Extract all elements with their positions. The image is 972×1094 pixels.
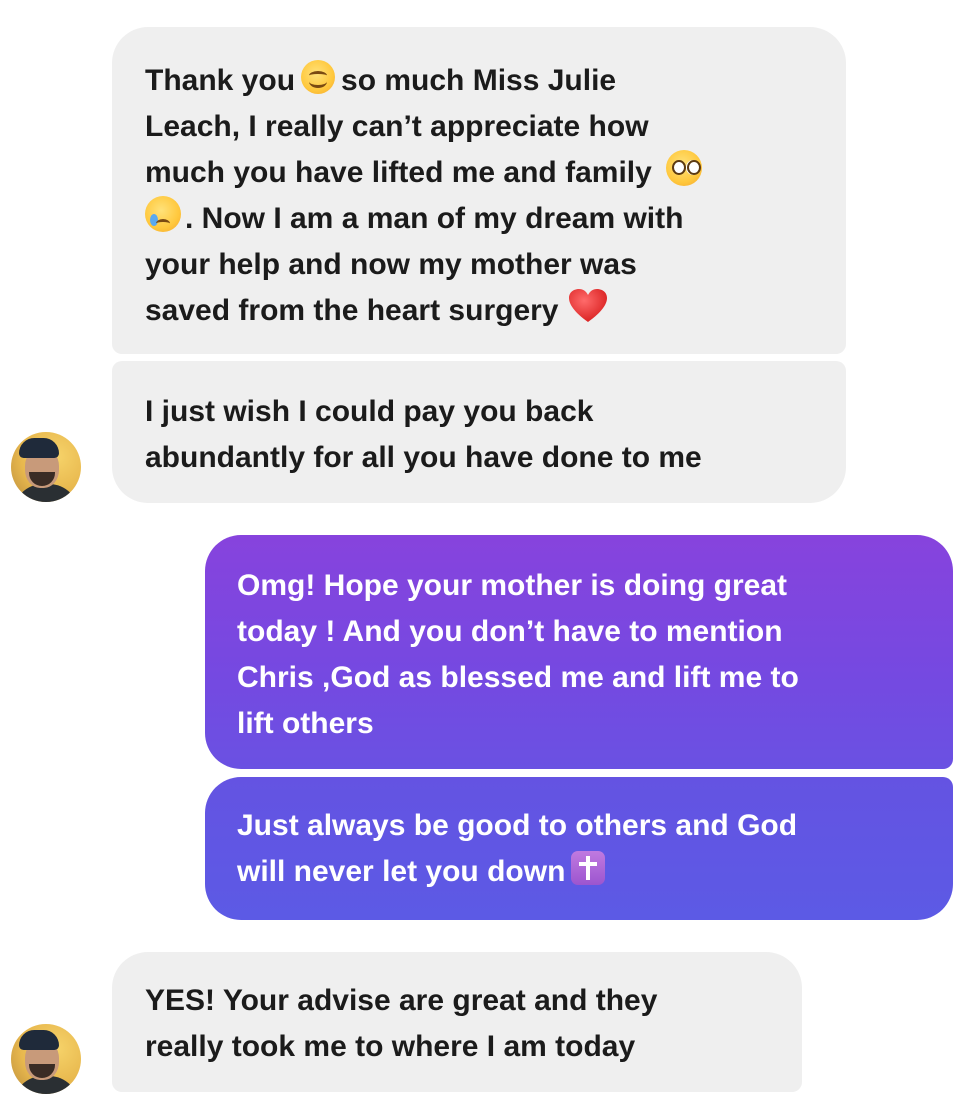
- message-line: I just wish I could pay you back: [145, 395, 594, 428]
- message-line: Leach, I really can’t appreciate how: [145, 110, 649, 143]
- red-heart-icon: [568, 288, 608, 324]
- message-line: saved from the heart surgery: [145, 288, 816, 334]
- message-line: Chris ,God as blessed me and lift me to: [237, 661, 799, 694]
- message-line: will never let you down: [237, 849, 923, 895]
- message-text: saved from the heart surgery: [145, 294, 559, 327]
- message-line: lift others: [237, 707, 374, 740]
- crying-face-icon: [145, 196, 181, 232]
- message-line: abundantly for all you have done to me: [145, 441, 702, 474]
- message-line: much you have lifted me and family: [145, 150, 816, 196]
- message-bubble-outgoing[interactable]: Omg! Hope your mother is doing great tod…: [205, 535, 953, 769]
- message-line: . Now I am a man of my dream with: [145, 196, 816, 242]
- latin-cross-icon: [571, 851, 606, 885]
- message-line: Thank you so much Miss Julie: [145, 58, 816, 104]
- avatar-cap: [19, 438, 59, 458]
- message-line: really took me to where I am today: [145, 1030, 636, 1063]
- smiling-face-icon: [301, 60, 336, 94]
- message-line: Omg! Hope your mother is doing great: [237, 569, 788, 602]
- message-text: much you have lifted me and family: [145, 156, 652, 189]
- avatar-cap: [19, 1030, 59, 1050]
- message-line: YES! Your advise are great and they: [145, 984, 658, 1017]
- message-bubble-outgoing[interactable]: Just always be good to others and God wi…: [205, 777, 953, 920]
- message-line: your help and now my mother was: [145, 248, 637, 281]
- contact-avatar[interactable]: [11, 432, 81, 502]
- contact-avatar[interactable]: [11, 1024, 81, 1094]
- message-text: Thank you: [145, 64, 296, 97]
- pleading-face-icon: [665, 150, 702, 186]
- message-bubble-incoming[interactable]: I just wish I could pay you back abundan…: [112, 361, 846, 503]
- message-bubble-incoming[interactable]: YES! Your advise are great and they real…: [112, 952, 802, 1092]
- message-line: Just always be good to others and God: [237, 809, 798, 842]
- message-line: today ! And you don’t have to mention: [237, 615, 783, 648]
- message-bubble-incoming[interactable]: Thank you so much Miss Julie Leach, I rea…: [112, 27, 846, 354]
- message-text: will never let you down: [237, 855, 566, 888]
- message-text: so much Miss Julie: [341, 64, 617, 97]
- message-text: . Now I am a man of my dream with: [185, 202, 684, 235]
